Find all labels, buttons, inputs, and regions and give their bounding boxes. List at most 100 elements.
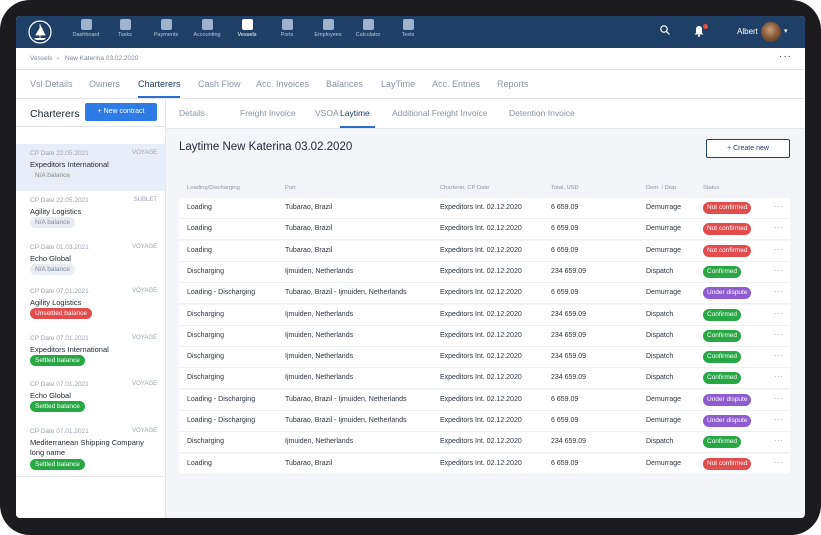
column-header[interactable]: Status <box>703 185 719 191</box>
cell-op: Loading <box>187 246 212 254</box>
balance-badge: Unsettled balance <box>30 308 93 319</box>
tab-charterers[interactable]: Charterers <box>138 79 181 89</box>
create-new-button[interactable]: + Create new <box>706 139 790 158</box>
row-more-icon[interactable]: ··· <box>774 436 784 445</box>
table-row[interactable]: Discharging Ijmuiden, Netherlands Expedito… <box>179 347 790 369</box>
cell-op: Discharging <box>187 438 224 446</box>
charterer-card[interactable]: CP Date 01.03.2021 VOYAGE Echo Global N/A b… <box>16 238 165 283</box>
cell-charterer: Expeditors Int. 02.12.2020 <box>440 374 522 382</box>
user-name[interactable]: Albert <box>737 27 758 36</box>
status-badge: Confirmed <box>703 436 741 449</box>
cell-dem: Demurrage <box>646 417 682 424</box>
table-row[interactable]: Loading - Discharging Tubarao, Brazil - I… <box>179 283 790 305</box>
row-more-icon[interactable]: ··· <box>774 223 784 232</box>
nav-item-accounting[interactable]: Accounting <box>187 19 227 38</box>
search-icon[interactable] <box>660 25 670 35</box>
cell-charterer: Expeditors Int. 02.12.2020 <box>440 459 522 467</box>
cp-date: CP Date 22.05.2021 <box>30 197 89 204</box>
avatar[interactable] <box>761 22 781 42</box>
column-header[interactable]: Dem. / Disp. <box>646 185 678 191</box>
cell-port: Tubarao, Brazil - Ijmuiden, Netherlands <box>285 417 407 424</box>
table-row[interactable]: Discharging Ijmuiden, Netherlands Expedito… <box>179 368 790 390</box>
tab-acc-invoices[interactable]: Acc. Invoices <box>256 79 309 89</box>
cell-total: 234 659.09 <box>551 374 587 382</box>
table-row[interactable]: Loading - Discharging Tubarao, Brazil - I… <box>179 411 790 432</box>
table-row[interactable]: Loading - Discharging Tubarao, Brazil - I… <box>179 389 790 411</box>
tab-acc-entries[interactable]: Acc. Entries <box>432 79 480 89</box>
cell-port: Tubarao, Brazil - Ijmuiden, Netherlands <box>285 395 407 403</box>
column-header[interactable]: Charterer, CP Date <box>440 185 489 191</box>
charterer-card[interactable]: CP Date 07.01.2021 VOYAGE Agility Logistic… <box>16 282 165 330</box>
cell-port: Tubarao, Brazil <box>285 204 333 211</box>
table-row[interactable]: Discharging Ijmuiden, Netherlands Expedito… <box>179 432 790 454</box>
table-row[interactable]: Discharging Ijmuiden, Netherlands Expedito… <box>179 261 790 283</box>
nav-item-payments[interactable]: Payments <box>146 19 186 38</box>
charterer-card[interactable]: CP Date 07.01.2021 VOYAGE Expeditors Inter… <box>16 329 165 376</box>
contract-type: VOYAGE <box>132 288 157 294</box>
column-header[interactable]: Port <box>285 185 296 191</box>
row-more-icon[interactable]: ··· <box>774 330 784 339</box>
charterer-card[interactable]: CP Date 07.01.2021 VOYAGE Mediterranean Sh… <box>16 422 165 477</box>
nav-item-calculator[interactable]: Calculator <box>348 19 388 38</box>
nav-item-label: Payments <box>153 32 179 38</box>
cell-port: Ijmuiden, Netherlands <box>285 310 354 318</box>
charterer-name: Echo Global <box>30 391 71 400</box>
more-options-icon[interactable]: ··· <box>779 51 792 62</box>
row-more-icon[interactable]: ··· <box>774 287 784 296</box>
nav-item-vessels[interactable]: Vessels <box>227 19 267 38</box>
column-header[interactable]: Total, USD <box>551 185 579 191</box>
row-more-icon[interactable]: ··· <box>774 309 784 318</box>
subtab-additional-freight-invoice[interactable]: Additional Freight Invoice <box>392 108 487 118</box>
breadcrumb-vessels-link[interactable]: Vessels <box>30 55 52 62</box>
status-badge: Under dispute <box>703 393 752 406</box>
nav-item-tests[interactable]: Tests <box>388 19 428 38</box>
column-header[interactable]: Loading/Discharging <box>187 185 240 191</box>
new-contract-button[interactable]: + New contract <box>85 103 157 121</box>
tab-owners[interactable]: Owners <box>89 79 120 89</box>
nav-item-employees[interactable]: Employees <box>308 19 348 38</box>
nav-item-tasks[interactable]: Tasks <box>105 19 145 38</box>
tab-laytime[interactable]: LayTime <box>381 79 415 89</box>
row-more-icon[interactable]: ··· <box>774 202 784 211</box>
charterer-card[interactable]: CP Date 22.05.2021 SUBLET Agility Logistic… <box>16 191 165 239</box>
table-row[interactable]: Discharging Ijmuiden, Netherlands Expedito… <box>179 304 790 326</box>
table-header: Loading/Discharging Port Charterer, CP Dat… <box>179 183 791 195</box>
contract-type: VOYAGE <box>132 244 157 250</box>
cp-date: CP Date 01.03.2021 <box>30 244 89 251</box>
row-more-icon[interactable]: ··· <box>774 245 784 254</box>
row-more-icon[interactable]: ··· <box>774 266 784 275</box>
tab-reports[interactable]: Reports <box>497 79 529 89</box>
row-more-icon[interactable]: ··· <box>774 458 784 467</box>
charterer-card[interactable]: CP Date 22.05.2021 VOYAGE Expeditors Inter… <box>16 144 165 192</box>
cell-op: Loading - Discharging <box>187 417 256 424</box>
row-more-icon[interactable]: ··· <box>774 351 784 360</box>
subtab-details[interactable]: Details <box>179 108 205 118</box>
subtab-detention-invoice[interactable]: Detention Invoice <box>509 108 575 118</box>
subtab-vsoa[interactable]: VSOA <box>315 108 339 118</box>
table-row[interactable]: Discharging Ijmuiden, Netherlands Expedito… <box>179 325 790 347</box>
app-logo-icon[interactable] <box>28 20 52 44</box>
table-row[interactable]: Loading Tubarao, Brazil Expeditors Int. 02… <box>179 453 790 475</box>
nav-item-label: Calculator <box>355 32 381 38</box>
row-more-icon[interactable]: ··· <box>774 394 784 403</box>
row-more-icon[interactable]: ··· <box>774 415 784 424</box>
cell-charterer: Expeditors Int. 02.12.2020 <box>440 395 522 403</box>
table-row[interactable]: Loading Tubarao, Brazil Expeditors Int. 02… <box>179 219 790 241</box>
cell-op: Discharging <box>187 267 224 275</box>
tab-cash-flow[interactable]: Cash Flow <box>198 79 241 89</box>
active-tab-underline <box>138 96 180 98</box>
cell-total: 234 659.09 <box>551 267 587 275</box>
chevron-down-icon[interactable]: ▾ <box>784 27 788 35</box>
nav-item-label: Dashboard <box>72 32 100 38</box>
tab-balances[interactable]: Balances <box>326 79 363 89</box>
nav-item-dashboard[interactable]: Dashboard <box>66 19 106 38</box>
table-row[interactable]: Loading Tubarao, Brazil Expeditors Int. 02… <box>179 240 790 262</box>
tab-vsl-details[interactable]: Vsl Details <box>30 79 73 89</box>
row-more-icon[interactable]: ··· <box>774 372 784 381</box>
subtab-freight-invoice[interactable]: Freight Invoice <box>240 108 296 118</box>
charterer-card[interactable]: CP Date 07.01.2021 VOYAGE Echo Global Settl… <box>16 375 165 423</box>
cell-port: Tubarao, Brazil <box>285 246 333 254</box>
nav-item-ports[interactable]: Ports <box>267 19 307 38</box>
table-row[interactable]: Loading Tubarao, Brazil Expeditors Int. 02… <box>179 198 790 219</box>
subtab-laytime[interactable]: Laytime <box>340 108 370 118</box>
